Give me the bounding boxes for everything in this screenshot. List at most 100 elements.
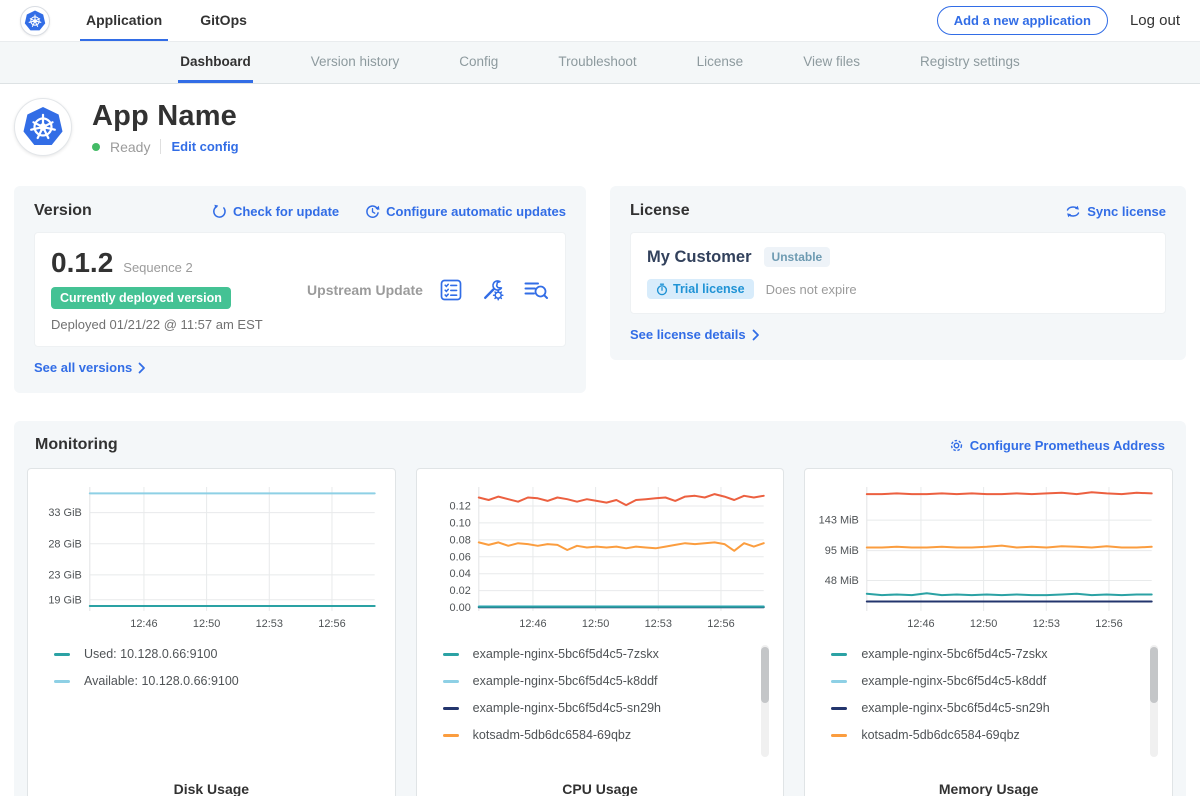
trial-license-badge: Trial license	[647, 279, 754, 299]
svg-text:19 GiB: 19 GiB	[48, 594, 81, 606]
channel-badge: Unstable	[764, 247, 831, 267]
kots-admin-console: Application GitOps Add a new application…	[0, 0, 1200, 796]
subnav-registry-settings[interactable]: Registry settings	[918, 42, 1022, 83]
memory-usage-legend: example-nginx-5bc6f5d4c5-7zskx example-ng…	[817, 641, 1160, 775]
configure-prometheus-link[interactable]: Configure Prometheus Address	[949, 438, 1165, 453]
memory-usage-chart: 48 MiB95 MiB143 MiB12:4612:5012:5312:56	[817, 481, 1160, 633]
svg-text:12:50: 12:50	[582, 618, 609, 630]
license-card-title: License	[630, 202, 690, 220]
legend-label: example-nginx-5bc6f5d4c5-sn29h	[473, 701, 661, 715]
subnav-view-files[interactable]: View files	[801, 42, 862, 83]
sub-nav: Dashboard Version history Config Trouble…	[0, 42, 1200, 84]
memory-usage-chart-card: 48 MiB95 MiB143 MiB12:4612:5012:5312:56 …	[804, 468, 1173, 796]
update-history-icon	[365, 204, 380, 219]
disk-usage-legend: Used: 10.128.0.66:9100Available: 10.128.…	[40, 641, 383, 775]
sync-license-label: Sync license	[1087, 204, 1166, 219]
tab-application[interactable]: Application	[80, 0, 168, 41]
subnav-version-history[interactable]: Version history	[309, 42, 402, 83]
trial-license-label: Trial license	[673, 282, 745, 296]
svg-text:28 GiB: 28 GiB	[48, 538, 81, 550]
configure-automatic-updates-link[interactable]: Configure automatic updates	[365, 204, 566, 219]
ready-status-dot-icon	[92, 143, 100, 151]
legend-item: example-nginx-5bc6f5d4c5-sn29h	[831, 701, 1142, 715]
status-badge: Ready	[110, 139, 150, 155]
legend-swatch-icon	[443, 680, 459, 683]
subnav-dashboard[interactable]: Dashboard	[178, 42, 253, 83]
see-license-details-label: See license details	[630, 327, 746, 342]
svg-text:143 MiB: 143 MiB	[819, 515, 859, 527]
svg-text:0.04: 0.04	[449, 568, 470, 580]
monitoring-section: Monitoring Configure Prometheus Address …	[14, 421, 1186, 796]
cpu-usage-title: CPU Usage	[429, 781, 772, 796]
subnav-troubleshoot[interactable]: Troubleshoot	[556, 42, 638, 83]
legend-item: kotsadm-5db6dc6584-69qbz	[831, 728, 1142, 742]
legend-label: Used: 10.128.0.66:9100	[84, 647, 217, 661]
add-application-button[interactable]: Add a new application	[937, 6, 1108, 35]
legend-label: example-nginx-5bc6f5d4c5-7zskx	[861, 647, 1047, 661]
cards-row: Version Check for update	[0, 178, 1200, 393]
legend-label: example-nginx-5bc6f5d4c5-7zskx	[473, 647, 659, 661]
app-header: App Name Ready Edit config	[0, 84, 1200, 178]
subnav-troubleshoot-label: Troubleshoot	[558, 54, 636, 69]
subnav-config[interactable]: Config	[457, 42, 500, 83]
chevron-right-icon	[752, 329, 760, 341]
see-all-versions-label: See all versions	[34, 360, 132, 375]
license-card: License Sync license My Cust	[610, 186, 1186, 360]
legend-label: example-nginx-5bc6f5d4c5-k8ddf	[473, 674, 658, 688]
cpu-usage-chart-card: 0.000.020.040.060.080.100.1212:4612:5012…	[416, 468, 785, 796]
legend-item: Used: 10.128.0.66:9100	[54, 647, 365, 661]
memory-usage-title: Memory Usage	[817, 781, 1160, 796]
see-all-versions-link[interactable]: See all versions	[34, 360, 146, 375]
legend-scrollbar[interactable]	[1150, 645, 1158, 757]
svg-text:12:53: 12:53	[644, 618, 671, 630]
see-license-details-link[interactable]: See license details	[630, 327, 760, 342]
legend-swatch-icon	[443, 707, 459, 710]
cpu-usage-legend: example-nginx-5bc6f5d4c5-7zskx example-ng…	[429, 641, 772, 775]
legend-item: example-nginx-5bc6f5d4c5-sn29h	[443, 701, 754, 715]
tab-gitops[interactable]: GitOps	[194, 0, 253, 41]
edit-config-link[interactable]: Edit config	[171, 139, 238, 154]
sync-license-link[interactable]: Sync license	[1065, 204, 1166, 219]
disk-usage-title: Disk Usage	[40, 781, 383, 796]
legend-swatch-icon	[54, 680, 70, 683]
customer-name: My Customer	[647, 248, 752, 267]
view-logs-icon[interactable]	[523, 278, 549, 302]
version-number: 0.1.2	[51, 247, 113, 279]
subnav-dashboard-label: Dashboard	[180, 54, 251, 69]
sync-arrows-icon	[1065, 204, 1081, 219]
svg-text:0.12: 0.12	[449, 500, 470, 512]
svg-text:12:46: 12:46	[908, 618, 935, 630]
cpu-usage-chart: 0.000.020.040.060.080.100.1212:4612:5012…	[429, 481, 772, 633]
svg-text:12:53: 12:53	[1033, 618, 1060, 630]
preflight-checklist-icon[interactable]	[439, 278, 463, 302]
legend-swatch-icon	[443, 653, 459, 656]
legend-label: example-nginx-5bc6f5d4c5-k8ddf	[861, 674, 1046, 688]
legend-label: kotsadm-5db6dc6584-69qbz	[861, 728, 1019, 742]
svg-text:12:56: 12:56	[707, 618, 734, 630]
check-for-update-link[interactable]: Check for update	[212, 204, 339, 219]
legend-swatch-icon	[831, 653, 847, 656]
tab-application-label: Application	[86, 12, 162, 28]
svg-text:12:53: 12:53	[256, 618, 283, 630]
logout-button[interactable]: Log out	[1130, 12, 1180, 29]
legend-scrollbar-thumb[interactable]	[761, 647, 769, 703]
legend-swatch-icon	[54, 653, 70, 656]
subnav-config-label: Config	[459, 54, 498, 69]
current-version-card: 0.1.2 Sequence 2 Currently deployed vers…	[34, 232, 566, 347]
currently-deployed-badge: Currently deployed version	[51, 287, 231, 309]
legend-label: example-nginx-5bc6f5d4c5-sn29h	[861, 701, 1049, 715]
subnav-license[interactable]: License	[695, 42, 746, 83]
refresh-icon	[212, 204, 227, 219]
divider	[160, 139, 161, 154]
disk-usage-chart-card: 19 GiB23 GiB28 GiB33 GiB12:4612:5012:531…	[27, 468, 396, 796]
config-wrench-icon[interactable]	[481, 278, 505, 302]
legend-swatch-icon	[443, 734, 459, 737]
expiry-text: Does not expire	[766, 282, 857, 297]
svg-text:48 MiB: 48 MiB	[825, 575, 859, 587]
legend-scrollbar[interactable]	[761, 645, 769, 757]
legend-scrollbar-thumb[interactable]	[1150, 647, 1158, 703]
svg-text:12:56: 12:56	[1096, 618, 1123, 630]
tab-gitops-label: GitOps	[200, 12, 247, 28]
disk-usage-chart: 19 GiB23 GiB28 GiB33 GiB12:4612:5012:531…	[40, 481, 383, 633]
svg-text:33 GiB: 33 GiB	[48, 507, 81, 519]
